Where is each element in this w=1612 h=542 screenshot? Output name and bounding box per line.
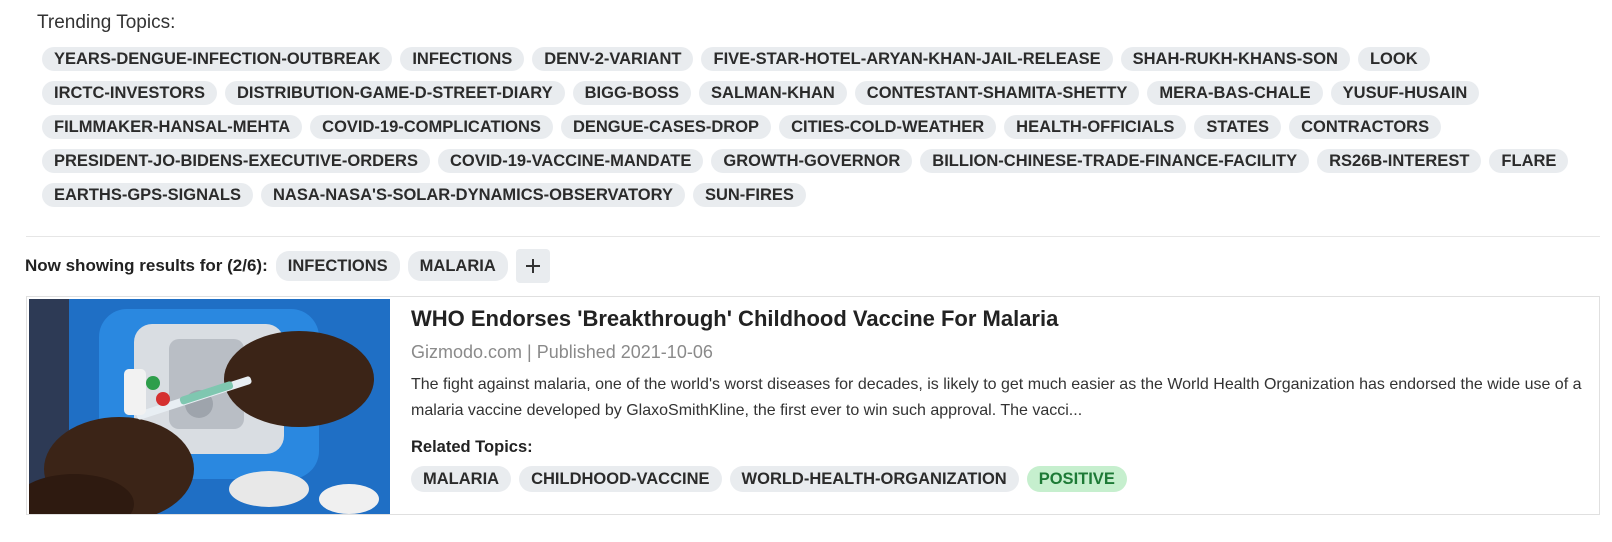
trending-topic-chip[interactable]: DISTRIBUTION-GAME-D-STREET-DIARY [224, 81, 565, 105]
trending-topic-chip[interactable]: SHAH-RUKH-KHANS-SON [1120, 47, 1350, 71]
trending-topic-chip[interactable]: DENV-2-VARIANT [532, 47, 694, 71]
trending-topic-chip[interactable]: STATES [1194, 115, 1282, 139]
filter-chip-malaria[interactable]: MALARIA [407, 251, 508, 281]
trending-topic-chip[interactable]: MERA-BAS-CHALE [1147, 81, 1323, 105]
trending-topic-chip[interactable]: BIGG-BOSS [572, 81, 692, 105]
add-filter-button[interactable] [515, 249, 550, 283]
trending-topic-chip[interactable]: FLARE [1489, 149, 1569, 173]
article-meta: Gizmodo.com | Published 2021-10-06 [411, 342, 713, 362]
trending-topic-chip[interactable]: RS26B-INTEREST [1317, 149, 1482, 173]
related-chip-world-health-organization[interactable]: WORLD-HEALTH-ORGANIZATION [729, 466, 1019, 492]
trending-topic-chip[interactable]: FILMMAKER-HANSAL-MEHTA [42, 115, 303, 139]
trending-topic-chip[interactable]: COVID-19-VACCINE-MANDATE [437, 149, 704, 173]
trending-topic-chip[interactable]: IRCTC-INVESTORS [42, 81, 217, 105]
active-filters: Now showing results for (2/6): INFECTION… [25, 249, 550, 283]
trending-topic-chip[interactable]: LOOK [1357, 47, 1430, 71]
trending-topic-chip[interactable]: GROWTH-GOVERNOR [711, 149, 913, 173]
trending-topic-chip[interactable]: SUN-FIRES [692, 183, 806, 207]
trending-topics-list: YEARS-DENGUE-INFECTION-OUTBREAK INFECTION… [42, 47, 1582, 207]
vaccine-photo-icon [29, 299, 390, 514]
article-image[interactable] [29, 299, 390, 514]
trending-topic-chip[interactable]: NASA-NASA'S-SOLAR-DYNAMICS-OBSERVATORY [261, 183, 685, 207]
related-topics-label: Related Topics: [411, 438, 533, 456]
article-content: WHO Endorses 'Breakthrough' Childhood Va… [411, 305, 1585, 492]
news-dashboard: Trending Topics: YEARS-DENGUE-INFECTION-… [0, 0, 1612, 542]
trending-topic-chip[interactable]: CONTESTANT-SHAMITA-SHETTY [854, 81, 1140, 105]
trending-topic-chip[interactable]: BILLION-CHINESE-TRADE-FINANCE-FACILITY [920, 149, 1310, 173]
trending-title: Trending Topics: [37, 12, 176, 33]
related-topics-list: MALARIA CHILDHOOD-VACCINE WORLD-HEALTH-O… [411, 466, 1585, 492]
results-label: Now showing results for (2/6): [25, 256, 268, 275]
trending-topic-chip[interactable]: COVID-19-COMPLICATIONS [310, 115, 553, 139]
article-headline[interactable]: WHO Endorses 'Breakthrough' Childhood Va… [411, 305, 1585, 333]
related-chip-childhood-vaccine[interactable]: CHILDHOOD-VACCINE [519, 466, 722, 492]
article-summary: The fight against malaria, one of the wo… [411, 376, 1582, 419]
plus-icon [525, 259, 540, 273]
sentiment-badge: POSITIVE [1026, 466, 1127, 492]
trending-topic-chip[interactable]: SALMAN-KHAN [699, 81, 847, 105]
trending-topic-chip[interactable]: PRESIDENT-JO-BIDENS-EXECUTIVE-ORDERS [42, 149, 430, 173]
trending-topic-chip[interactable]: FIVE-STAR-HOTEL-ARYAN-KHAN-JAIL-RELEASE [701, 47, 1113, 71]
article-card[interactable]: WHO Endorses 'Breakthrough' Childhood Va… [26, 296, 1600, 515]
trending-topic-chip[interactable]: DENGUE-CASES-DROP [560, 115, 772, 139]
trending-topic-chip[interactable]: YUSUF-HUSAIN [1330, 81, 1480, 105]
trending-topic-chip[interactable]: YEARS-DENGUE-INFECTION-OUTBREAK [42, 47, 393, 71]
related-chip-malaria[interactable]: MALARIA [411, 466, 512, 492]
trending-topic-chip[interactable]: CITIES-COLD-WEATHER [779, 115, 997, 139]
trending-topic-chip[interactable]: CONTRACTORS [1289, 115, 1442, 139]
filter-chip-infections[interactable]: INFECTIONS [275, 251, 400, 281]
section-divider [26, 236, 1600, 237]
trending-topic-chip[interactable]: EARTHS-GPS-SIGNALS [42, 183, 254, 207]
trending-topic-chip[interactable]: INFECTIONS [400, 47, 525, 71]
trending-topic-chip[interactable]: HEALTH-OFFICIALS [1004, 115, 1187, 139]
